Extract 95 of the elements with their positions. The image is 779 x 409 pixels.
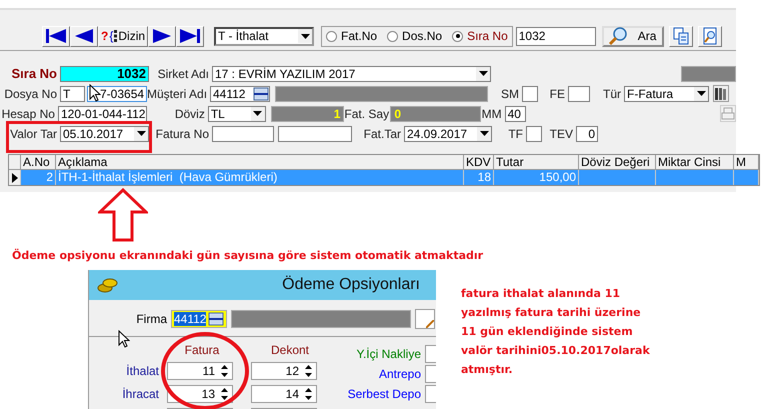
first-record-button[interactable] — [42, 26, 70, 46]
dialog-title: Ödeme Opsiyonları — [282, 276, 420, 294]
type-dropdown[interactable]: F-Fatura — [624, 86, 709, 102]
table-cell: İTH-1-İthalat İşlemleri (Hava Gümrükleri) — [56, 170, 464, 185]
column-header[interactable]: KDV — [464, 155, 494, 170]
file-prefix-field[interactable]: T — [60, 86, 85, 102]
column-header: Fatura — [184, 343, 220, 357]
exchange-rate-field: 1 — [270, 106, 344, 122]
list-picker-icon[interactable] — [208, 312, 224, 326]
value-date-dropdown[interactable]: 05.10.2017 — [60, 126, 149, 142]
table-cell: 18 — [464, 170, 494, 185]
mouse-cursor-icon — [118, 330, 130, 348]
field-label: İhracat — [121, 387, 159, 401]
sira-no-field[interactable]: 1032 — [60, 66, 149, 82]
annotation-text: Ödeme opsiyonu ekranındaki gün sayısına göre sistem otomatik atmaktadır — [12, 249, 484, 262]
index-button[interactable]: ?{ Dizin — [98, 26, 148, 46]
table-cell: 2 — [21, 170, 56, 185]
field-label: Y.İçi Nakliye — [356, 347, 421, 361]
column-header[interactable]: M — [734, 155, 759, 170]
search-icon — [608, 26, 628, 46]
current-row-icon — [12, 172, 18, 182]
invoice-date-dropdown[interactable]: 24.09.2017 — [404, 126, 492, 142]
dots-icon — [114, 30, 118, 42]
dropdown-arrow-icon — [136, 131, 146, 136]
next-record-button[interactable] — [148, 26, 176, 46]
search-button[interactable]: Ara — [602, 26, 664, 46]
coins-icon — [97, 276, 119, 294]
dropdown-arrow-icon — [300, 34, 310, 38]
invoice-number-field[interactable] — [212, 126, 274, 142]
column-header[interactable]: Miktar Cinsi — [656, 155, 734, 170]
account-number-field[interactable]: 120-01-044-112 — [58, 106, 147, 122]
preview-button[interactable] — [698, 26, 722, 46]
column-header[interactable]: A.No — [21, 155, 56, 170]
invoice-count-field: 0 — [390, 106, 482, 122]
field-label: Döviz — [174, 106, 206, 120]
field-label: Fat. Say — [344, 106, 390, 120]
search-by-radio[interactable]: Fat.No — [326, 29, 378, 43]
dropdown-arrow-icon — [480, 131, 488, 136]
field-label: Sıra No — [10, 66, 58, 81]
field-label: Sirket Adı — [156, 66, 210, 80]
edit-button[interactable] — [415, 309, 436, 329]
column-header[interactable]: Açıklama — [56, 155, 464, 170]
table-cell — [734, 170, 759, 185]
field-label: Fat.Tar — [362, 126, 402, 140]
last-record-button[interactable] — [176, 26, 204, 46]
annotation-text: fatura ithalat alanında 11 yazılmış fatura tarihi üzerine 11 gün eklendiğinde sistem valör tarihini05.10.2017olarak atmıştır. — [461, 286, 650, 378]
row-indicator-header — [9, 155, 21, 170]
field-label: Valor Tar — [9, 126, 58, 140]
field-label: FE — [548, 86, 566, 100]
field-label: İthalat — [125, 364, 159, 378]
books-button[interactable] — [713, 85, 729, 102]
copy-button[interactable] — [668, 26, 693, 46]
previous-record-button[interactable] — [70, 26, 98, 46]
invoice-number-field[interactable] — [278, 126, 352, 142]
days-spinner[interactable]: 14 — [251, 385, 317, 403]
days-spinner[interactable]: 13 — [167, 385, 233, 403]
field-label: TF — [507, 126, 524, 140]
sm-field[interactable] — [522, 86, 538, 102]
dropdown-arrow-icon — [696, 91, 706, 96]
type-dropdown[interactable]: T - İthalat — [214, 26, 314, 46]
field-label: Müşteri Adı — [147, 86, 208, 100]
field-label: SM — [500, 86, 520, 100]
field-label: MM — [481, 106, 503, 120]
field-label: Fatura No — [154, 126, 210, 140]
field-label: TEV — [548, 126, 574, 140]
field-label: Antrepo — [378, 367, 421, 381]
days-spinner[interactable]: 12 — [251, 362, 317, 380]
mm-field[interactable]: 40 — [504, 106, 526, 122]
company-dropdown[interactable]: 17 : EVRİM YAZILIM 2017 — [212, 66, 491, 82]
tf-field[interactable] — [526, 126, 542, 142]
fe-field[interactable] — [568, 86, 590, 102]
dropdown-arrow-icon — [253, 111, 262, 116]
currency-dropdown[interactable]: TL — [208, 106, 266, 122]
search-field[interactable]: 1032 — [516, 26, 596, 46]
up-arrow — [98, 188, 148, 242]
dropdown-arrow-icon — [478, 71, 488, 76]
list-picker-icon[interactable] — [253, 86, 269, 100]
field-label: Tür — [602, 86, 622, 100]
status-bar — [681, 66, 736, 82]
search-by-radio[interactable]: Sıra No — [452, 29, 508, 43]
field-label: Dosya No — [3, 86, 58, 100]
pencil-icon — [426, 320, 434, 328]
field-label: Firma — [135, 312, 167, 326]
search-by-radio[interactable]: Dos.No — [387, 29, 442, 43]
field-label: Serbest Depo — [346, 387, 421, 401]
table-cell: 150,00 — [494, 170, 579, 185]
customer-field[interactable]: 44112 — [210, 86, 270, 102]
days-spinner[interactable]: 11 — [167, 362, 233, 380]
column-header[interactable]: Tutar — [494, 155, 579, 170]
tev-field[interactable]: 0 — [576, 126, 598, 142]
column-header[interactable]: Döviz Değeri — [579, 155, 656, 170]
mouse-cursor-icon — [89, 84, 101, 102]
company-field[interactable]: 44112 — [171, 310, 228, 328]
column-header: Dekont — [270, 343, 310, 357]
field-label: Hesap No — [0, 106, 56, 120]
